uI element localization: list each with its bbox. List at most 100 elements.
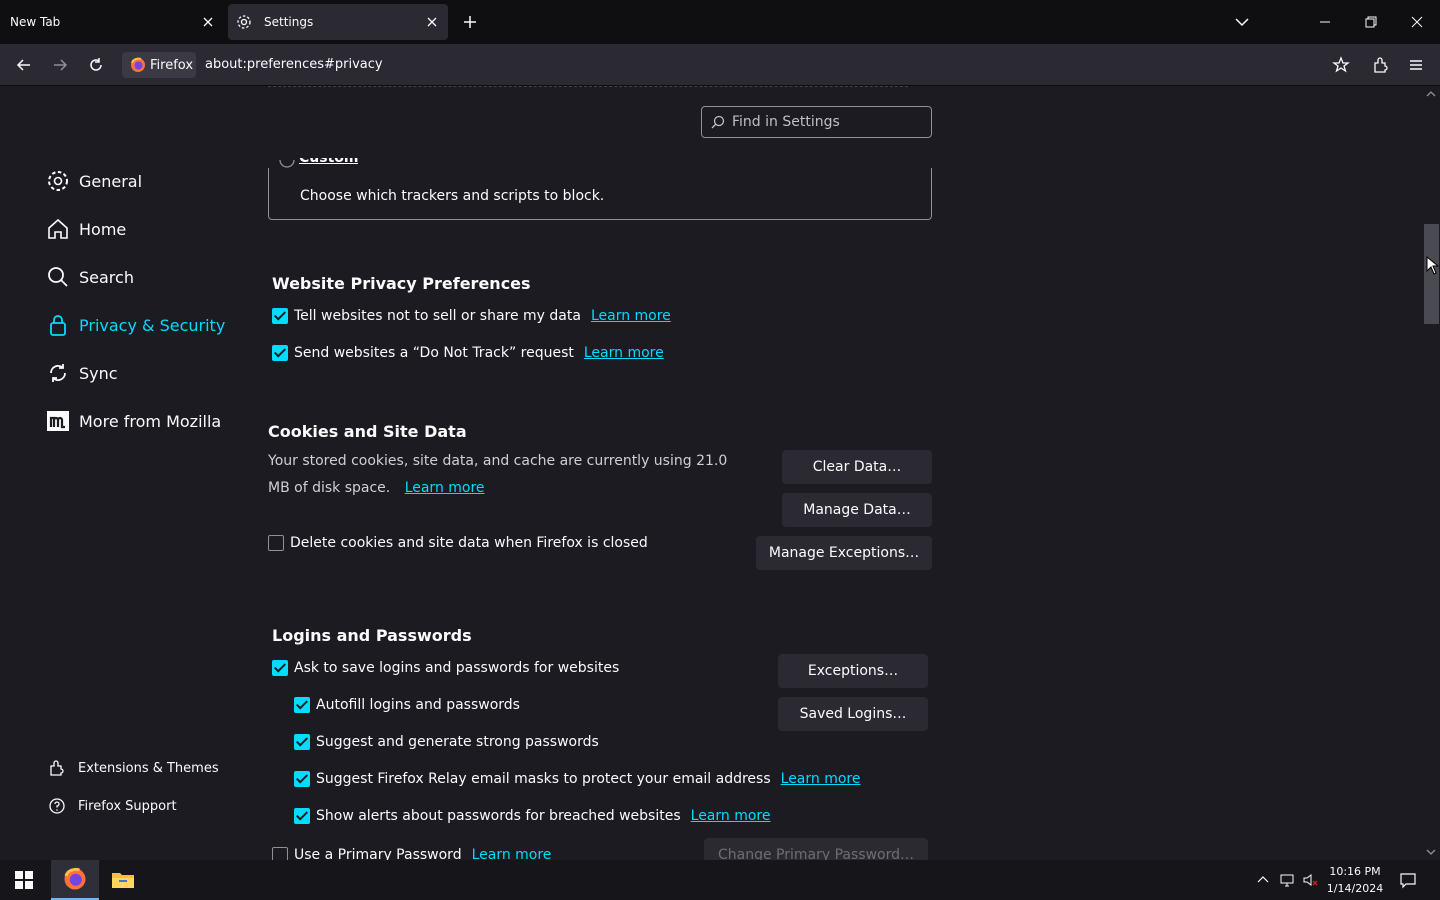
learn-more-link[interactable]: Learn more [591, 308, 671, 324]
divider [268, 86, 908, 87]
sidebar-item-extensions-themes[interactable]: Extensions & Themes [48, 757, 219, 779]
tab-title: Settings [264, 15, 314, 29]
learn-more-link[interactable]: Learn more [691, 808, 771, 824]
checkbox-checked[interactable] [294, 734, 310, 750]
hamburger-menu-icon[interactable] [1406, 55, 1426, 75]
taskbar-clock[interactable]: 10:16 PM 1/14/2024 [1322, 863, 1388, 897]
checkbox-label: Delete cookies and site data when Firefo… [290, 535, 648, 551]
suggest-passwords-checkbox-row[interactable]: Suggest and generate strong passwords [294, 732, 599, 752]
checkbox-checked[interactable] [272, 308, 288, 324]
sidebar-item-more-from-mozilla[interactable]: More from Mozilla [46, 407, 221, 435]
change-primary-password-button: Change Primary Password… [704, 838, 928, 860]
delete-cookies-checkbox-row[interactable]: Delete cookies and site data when Firefo… [268, 533, 648, 553]
checkbox-checked[interactable] [294, 697, 310, 713]
tab-settings[interactable]: Settings [228, 4, 448, 40]
mozilla-icon [47, 411, 69, 431]
checkbox-label: Suggest and generate strong passwords [316, 734, 599, 750]
checkbox-checked[interactable] [294, 771, 310, 787]
sidebar-item-label: Home [79, 219, 127, 239]
gpc-checkbox-row[interactable]: Tell websites not to sell or share my da… [272, 306, 671, 326]
lock-icon [50, 315, 66, 336]
checkbox-unchecked[interactable] [272, 847, 288, 860]
url-bar[interactable]: Firefox about:preferences#privacy [120, 48, 1370, 82]
windows-taskbar: 10:16 PM 1/14/2024 [0, 860, 1440, 900]
puzzle-icon [50, 760, 64, 776]
cookies-usage-text: Your stored cookies, site data, and cach… [268, 453, 728, 496]
plus-icon[interactable] [460, 12, 480, 32]
sidebar-item-home[interactable]: Home [46, 215, 126, 243]
chevron-up-icon[interactable] [1255, 872, 1271, 888]
speaker-muted-icon[interactable] [1302, 872, 1318, 888]
scroll-down-arrow-icon[interactable] [1426, 848, 1436, 856]
chevron-down-icon[interactable] [1232, 12, 1252, 32]
sidebar-item-sync[interactable]: Sync [46, 359, 118, 387]
cookies-description: Your stored cookies, site data, and cach… [268, 448, 748, 502]
scroll-up-arrow-icon[interactable] [1426, 90, 1436, 98]
section-title-logins: Logins and Passwords [272, 626, 472, 645]
breach-alerts-checkbox-row[interactable]: Show alerts about passwords for breached… [294, 806, 770, 826]
sidebar-item-general[interactable]: General [46, 167, 142, 195]
close-icon[interactable] [200, 14, 216, 30]
navigation-toolbar: Firefox about:preferences#privacy [0, 44, 1440, 86]
autofill-checkbox-row[interactable]: Autofill logins and passwords [294, 695, 520, 715]
sidebar-item-privacy-security[interactable]: Privacy & Security [46, 311, 225, 339]
find-in-settings-input[interactable]: Find in Settings [701, 106, 932, 138]
notification-icon[interactable] [1399, 871, 1417, 889]
back-arrow-icon[interactable] [14, 55, 34, 75]
gear-icon [48, 171, 68, 191]
identity-box[interactable]: Firefox [122, 52, 196, 78]
forward-arrow-icon[interactable] [50, 55, 70, 75]
radio-button[interactable] [279, 160, 295, 168]
learn-more-link[interactable]: Learn more [472, 847, 552, 860]
sidebar-item-label: Search [79, 267, 134, 287]
dnt-checkbox-row[interactable]: Send websites a “Do Not Track” request L… [272, 343, 664, 363]
checkbox-label: Show alerts about passwords for breached… [316, 808, 681, 824]
folder-icon [112, 873, 134, 888]
search-icon [711, 115, 725, 129]
sidebar-item-label: More from Mozilla [79, 411, 222, 431]
tracking-custom-option[interactable]: Custom Choose which trackers and scripts… [268, 158, 932, 220]
start-button[interactable] [0, 860, 48, 900]
taskbar-file-explorer[interactable] [99, 860, 147, 900]
identity-label: Firefox [150, 57, 194, 73]
gear-icon [237, 15, 251, 29]
extensions-puzzle-icon[interactable] [1371, 55, 1391, 75]
save-logins-checkbox-row[interactable]: Ask to save logins and passwords for web… [272, 658, 619, 678]
help-icon [49, 798, 65, 814]
checkbox-label: Use a Primary Password [294, 847, 462, 860]
learn-more-link[interactable]: Learn more [781, 771, 861, 787]
relay-checkbox-row[interactable]: Suggest Firefox Relay email masks to pro… [294, 769, 860, 789]
learn-more-link[interactable]: Learn more [405, 480, 485, 496]
search-icon [48, 267, 68, 287]
checkbox-unchecked[interactable] [268, 535, 284, 551]
checkbox-checked[interactable] [272, 345, 288, 361]
manage-exceptions-button[interactable]: Manage Exceptions… [756, 536, 932, 570]
sidebar-item-search[interactable]: Search [46, 263, 134, 291]
minimize-icon[interactable] [1315, 12, 1335, 32]
network-icon[interactable] [1279, 872, 1295, 888]
tab-new-tab[interactable]: New Tab [0, 4, 224, 40]
close-icon[interactable] [424, 14, 440, 30]
learn-more-link[interactable]: Learn more [584, 345, 664, 361]
scrollbar[interactable] [1423, 86, 1440, 860]
sidebar-item-firefox-support[interactable]: Firefox Support [48, 795, 177, 817]
firefox-logo-icon [131, 57, 145, 72]
checkbox-label: Autofill logins and passwords [316, 697, 520, 713]
star-icon[interactable] [1331, 55, 1351, 75]
custom-description: Choose which trackers and scripts to blo… [300, 188, 605, 204]
window-close-icon[interactable] [1407, 12, 1427, 32]
clear-data-button[interactable]: Clear Data… [782, 450, 932, 484]
url-input[interactable]: about:preferences#privacy [205, 57, 383, 72]
saved-logins-button[interactable]: Saved Logins… [778, 697, 928, 731]
checkbox-label: Tell websites not to sell or share my da… [294, 308, 581, 324]
sidebar-item-label: Extensions & Themes [78, 760, 219, 776]
manage-data-button[interactable]: Manage Data… [782, 493, 932, 527]
taskbar-firefox[interactable] [51, 860, 99, 900]
checkbox-checked[interactable] [272, 660, 288, 676]
reload-icon[interactable] [86, 55, 106, 75]
clock-date: 1/14/2024 [1326, 882, 1384, 895]
restore-icon[interactable] [1361, 12, 1381, 32]
checkbox-checked[interactable] [294, 808, 310, 824]
primary-password-checkbox-row[interactable]: Use a Primary Password Learn more [272, 845, 551, 860]
login-exceptions-button[interactable]: Exceptions… [778, 654, 928, 688]
